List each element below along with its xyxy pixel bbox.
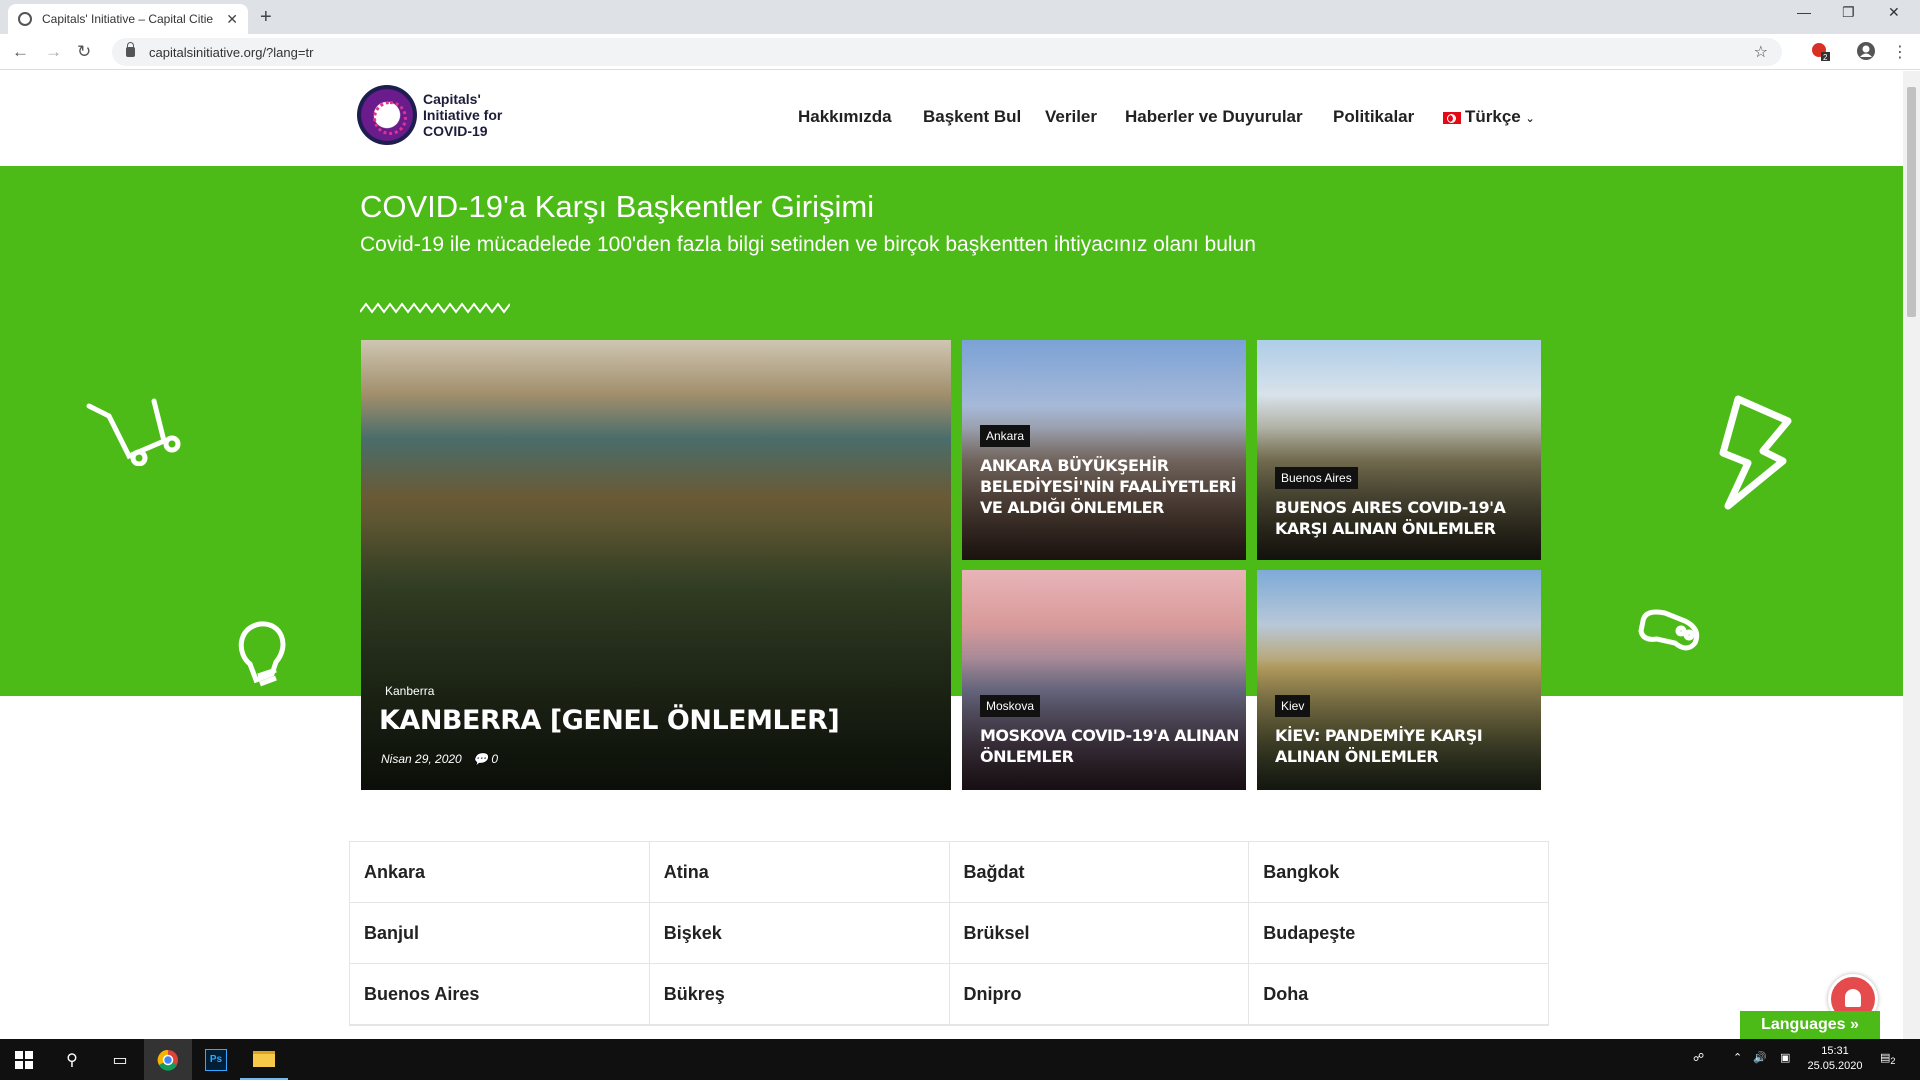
hero-title: COVID-19'a Karşı Başkentler Girişimi: [360, 189, 875, 224]
extension-icon[interactable]: 2: [1810, 41, 1830, 62]
menu-find-capital[interactable]: Başkent Bul: [923, 107, 1021, 127]
city-link[interactable]: Dnipro: [950, 964, 1250, 1024]
city-link[interactable]: Bangkok: [1249, 842, 1548, 902]
city-link[interactable]: Bağdat: [950, 842, 1250, 902]
lightning-icon: [1719, 395, 1792, 510]
city-link[interactable]: Budapeşte: [1249, 903, 1548, 963]
chevron-down-icon: ⌄: [1525, 113, 1535, 125]
comment-count[interactable]: 0: [491, 752, 498, 766]
card-category[interactable]: Kiev: [1275, 695, 1311, 717]
omnibox[interactable]: capitalsinitiative.org/?lang=tr ☆: [112, 38, 1782, 66]
city-link[interactable]: Atina: [650, 842, 950, 902]
virus-logo-icon: [357, 85, 417, 145]
logo-line1: Capitals': [423, 91, 481, 107]
clock[interactable]: 15:31 25.05.2020: [1800, 1044, 1870, 1074]
extension-badge: 2: [1823, 53, 1828, 61]
city-row: Banjul Bişkek Brüksel Budapeşte: [350, 903, 1548, 964]
city-row: Buenos Aires Bükreş Dnipro Doha: [350, 964, 1548, 1025]
language-selector[interactable]: Türkçe ⌄: [1443, 107, 1535, 127]
featured-card-kiev[interactable]: Kiev KİEV: PANDEMİYE KARŞI ALINAN ÖNLEML…: [1257, 570, 1541, 790]
back-button[interactable]: ←: [12, 42, 29, 62]
card-title[interactable]: ANKARA BÜYÜKŞEHİR BELEDİYESİ'NİN FAALİYE…: [980, 455, 1240, 518]
bookmark-star-icon[interactable]: ☆: [1754, 42, 1768, 62]
close-tab-icon[interactable]: ✕: [226, 11, 238, 28]
site-logo[interactable]: Capitals' Initiative for COVID-19: [357, 85, 523, 145]
windows-start-icon[interactable]: [0, 1039, 48, 1080]
restore-button[interactable]: ❐: [1842, 4, 1855, 21]
city-row: Ankara Atina Bağdat Bangkok: [350, 842, 1548, 903]
menu-about[interactable]: Hakkımızda: [798, 107, 892, 127]
address-bar-row: ← → ↻ capitalsinitiative.org/?lang=tr ☆ …: [0, 34, 1920, 70]
people-icon[interactable]: ☍: [1693, 1051, 1704, 1066]
city-link[interactable]: Buenos Aires: [350, 964, 650, 1024]
hero-subtitle: Covid-19 ile mücadelede 100'den fazla bi…: [360, 233, 1256, 256]
lock-icon: [126, 42, 135, 57]
tab-active[interactable]: Capitals' Initiative – Capital Citie ✕: [8, 4, 248, 34]
search-icon[interactable]: ⚲: [48, 1039, 96, 1080]
profile-icon[interactable]: [1856, 41, 1876, 61]
network-icon[interactable]: ▣: [1780, 1051, 1790, 1066]
featured-card-canberra[interactable]: Kanberra KANBERRA [GENEL ÖNLEMLER] Nisan…: [361, 340, 951, 790]
zigzag-divider: [360, 302, 510, 314]
new-tab-button[interactable]: +: [260, 6, 272, 29]
logo-line3: COVID-19: [423, 123, 488, 139]
tab-bar: Capitals' Initiative – Capital Citie ✕ +…: [0, 0, 1920, 34]
card-date: Nisan 29, 2020: [381, 752, 462, 766]
notification-count: 2: [1890, 1056, 1896, 1067]
menu-policies[interactable]: Politikalar: [1333, 107, 1414, 127]
card-title[interactable]: BUENOS AIRES COVID-19'A KARŞI ALINAN ÖNL…: [1275, 497, 1535, 539]
minimize-button[interactable]: —: [1797, 4, 1811, 20]
language-label: Türkçe: [1465, 107, 1521, 126]
page-scrollbar[interactable]: [1903, 71, 1920, 1039]
task-view-icon[interactable]: ▭: [96, 1039, 144, 1080]
globe-icon: [18, 12, 32, 26]
scrollbar-thumb[interactable]: [1907, 87, 1916, 317]
featured-card-ankara[interactable]: Ankara ANKARA BÜYÜKŞEHİR BELEDİYESİ'NİN …: [962, 340, 1246, 560]
clock-time: 15:31: [1821, 1045, 1849, 1057]
card-category[interactable]: Ankara: [980, 425, 1031, 447]
tab-title: Capitals' Initiative – Capital Citie: [42, 12, 214, 26]
menu-data[interactable]: Veriler: [1045, 107, 1097, 127]
city-link[interactable]: Brüksel: [950, 903, 1250, 963]
comment-icon: 💬: [473, 752, 489, 766]
turkey-flag-icon: [1443, 111, 1461, 124]
card-title[interactable]: KİEV: PANDEMİYE KARŞI ALINAN ÖNLEMLER: [1275, 725, 1535, 767]
clock-date: 25.05.2020: [1807, 1060, 1863, 1072]
city-link[interactable]: Banjul: [350, 903, 650, 963]
forward-button[interactable]: →: [45, 42, 62, 62]
hero-section: COVID-19'a Karşı Başkentler Girişimi Cov…: [0, 166, 1903, 696]
card-category[interactable]: Kanberra: [379, 680, 440, 702]
chevron-up-icon[interactable]: ⌃: [1733, 1051, 1742, 1066]
card-title[interactable]: KANBERRA [GENEL ÖNLEMLER]: [379, 705, 840, 736]
logo-line2: Initiative for: [423, 107, 503, 123]
card-category[interactable]: Moskova: [980, 695, 1041, 717]
city-link[interactable]: Bişkek: [650, 903, 950, 963]
notification-center-icon[interactable]: ▤2: [1880, 1051, 1896, 1069]
city-grid: Ankara Atina Bağdat Bangkok Banjul Bişke…: [349, 841, 1549, 1026]
url-text: capitalsinitiative.org/?lang=tr: [149, 44, 314, 60]
card-category[interactable]: Buenos Aires: [1275, 467, 1358, 489]
webpage: Capitals' Initiative for COVID-19 Hakkım…: [0, 71, 1903, 1039]
chrome-menu-icon[interactable]: ⋮: [1892, 42, 1908, 62]
site-header: Capitals' Initiative for COVID-19 Hakkım…: [0, 71, 1903, 166]
lightbulb-icon: [238, 621, 286, 687]
city-link[interactable]: Ankara: [350, 842, 650, 902]
windows-taskbar: ⚲ ▭ Ps ☍ ⌃ 🔊 ▣ 15:31 25.05.2020 ▤2: [0, 1039, 1920, 1080]
close-window-button[interactable]: ✕: [1888, 4, 1900, 21]
menu-news[interactable]: Haberler ve Duyurular: [1125, 107, 1303, 127]
languages-button[interactable]: Languages »: [1740, 1011, 1880, 1039]
file-explorer-icon[interactable]: [240, 1039, 288, 1080]
shopping-cart-icon: [86, 398, 181, 466]
photoshop-taskbar-icon[interactable]: Ps: [192, 1039, 240, 1080]
city-link[interactable]: Bükreş: [650, 964, 950, 1024]
gamepad-icon: [1638, 609, 1700, 651]
card-title[interactable]: MOSKOVA COVID-19'A ALINAN ÖNLEMLER: [980, 725, 1240, 767]
featured-card-moscow[interactable]: Moskova MOSKOVA COVID-19'A ALINAN ÖNLEML…: [962, 570, 1246, 790]
volume-icon[interactable]: 🔊: [1753, 1051, 1767, 1066]
featured-card-buenos-aires[interactable]: Buenos Aires BUENOS AIRES COVID-19'A KAR…: [1257, 340, 1541, 560]
reload-button[interactable]: ↻: [77, 42, 91, 62]
city-link[interactable]: Doha: [1249, 964, 1548, 1024]
chrome-taskbar-icon[interactable]: [144, 1039, 192, 1080]
